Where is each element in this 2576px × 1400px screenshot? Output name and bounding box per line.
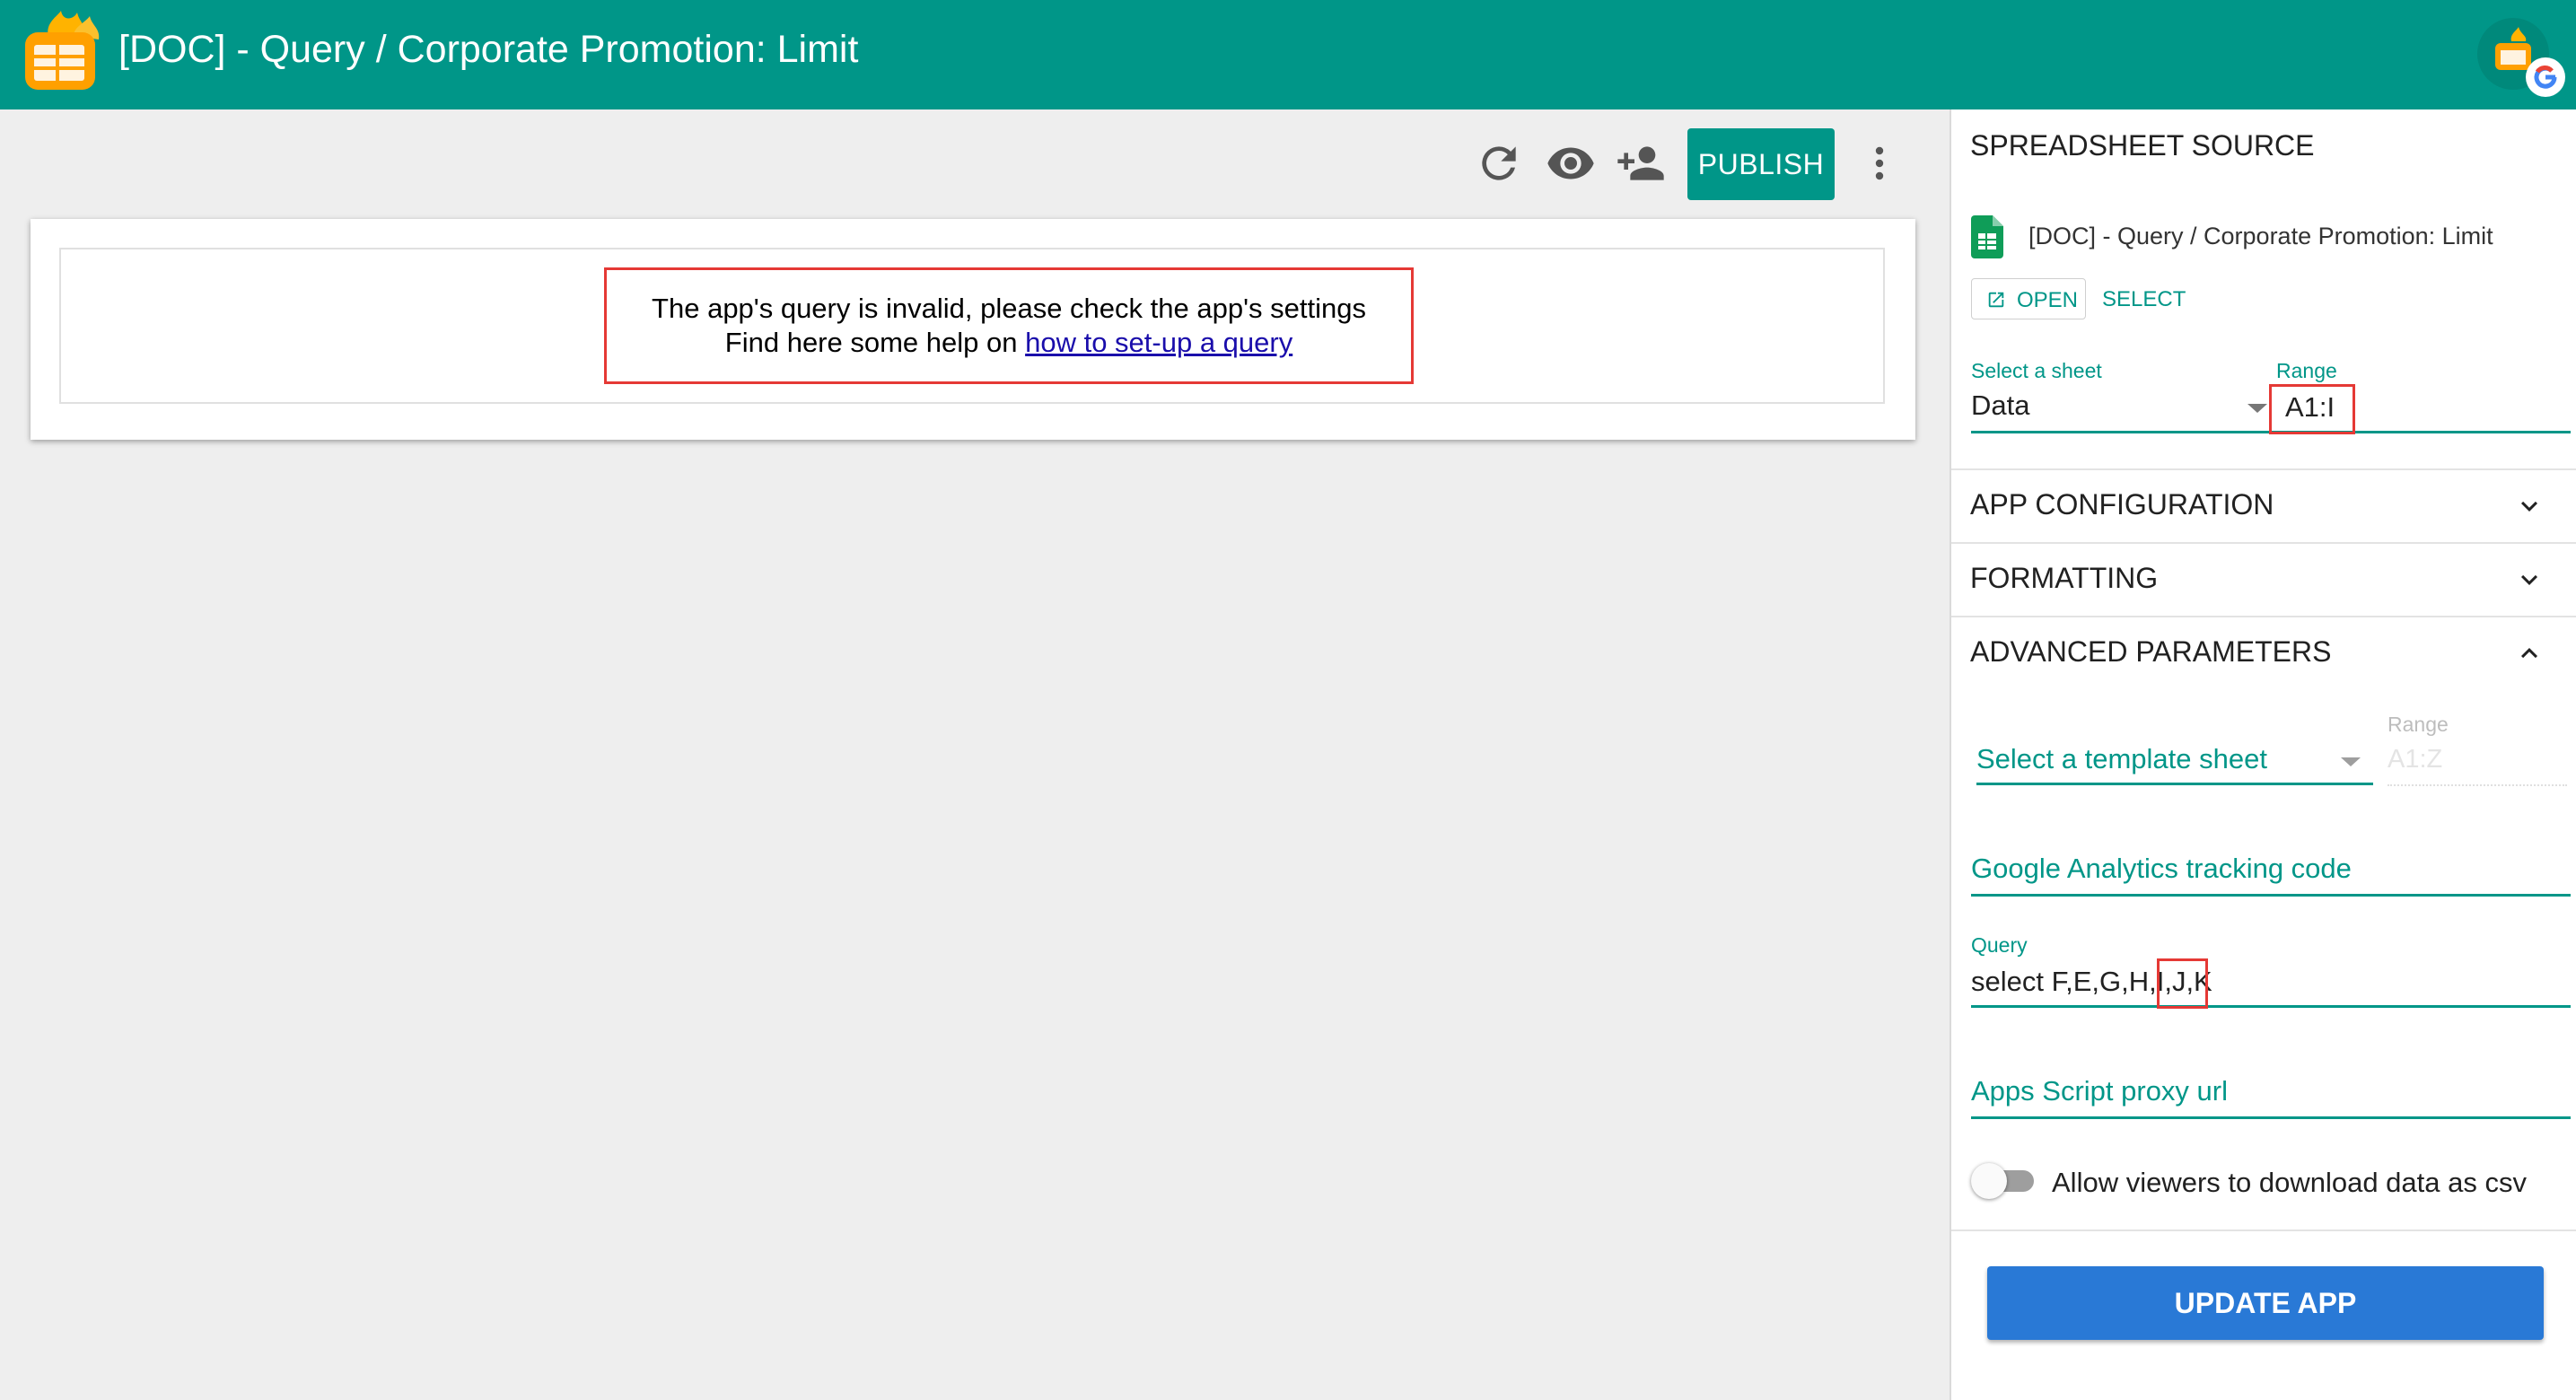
- csv-download-label: Allow viewers to download data as csv: [2052, 1167, 2527, 1198]
- ga-tracking-input[interactable]: Google Analytics tracking code: [1971, 851, 2571, 892]
- select-sheet-source-button[interactable]: SELECT: [2102, 287, 2186, 312]
- select-sheet-label: Select a sheet: [1971, 359, 2102, 382]
- query-label: Query: [1971, 933, 2028, 957]
- range-label: Range: [2276, 359, 2337, 382]
- query-underline: [1971, 1005, 2571, 1008]
- section-title-advanced-parameters: ADVANCED PARAMETERS: [1970, 635, 2332, 668]
- template-range-input: A1:Z: [2388, 745, 2443, 774]
- publish-button[interactable]: PUBLISH: [1687, 128, 1835, 200]
- template-sheet-select[interactable]: Select a template sheet: [1976, 741, 2373, 781]
- update-app-button[interactable]: UPDATE APP: [1987, 1266, 2544, 1340]
- template-range-underline: [2388, 784, 2567, 786]
- divider: [1951, 1229, 2576, 1231]
- app-preview-card: The app's query is invalid, please check…: [31, 219, 1915, 440]
- dropdown-arrow-icon: [2341, 757, 2361, 766]
- help-line: Find here some help on how to set-up a q…: [607, 326, 1411, 360]
- csv-download-toggle[interactable]: [1971, 1161, 2036, 1201]
- range-highlight-box: [2269, 384, 2355, 434]
- dropdown-arrow-icon: [2247, 404, 2267, 413]
- section-title-app-configuration: APP CONFIGURATION: [1970, 488, 2274, 521]
- app-title: [DOC] - Query / Corporate Promotion: Lim…: [118, 28, 859, 71]
- query-input[interactable]: select F,E,G,H,I,J,K: [1971, 964, 2571, 1005]
- toggle-thumb: [1971, 1163, 2007, 1199]
- spreadsheet-flame-logo-icon: [25, 11, 100, 90]
- template-range-label: Range: [2388, 713, 2449, 736]
- proxy-url-input[interactable]: Apps Script proxy url: [1971, 1073, 2571, 1115]
- formatting-header[interactable]: FORMATTING: [1951, 544, 2576, 616]
- open-external-icon: [1988, 292, 2004, 308]
- proxy-url-placeholder: Apps Script proxy url: [1971, 1075, 2228, 1107]
- chevron-up-icon: [2521, 648, 2537, 659]
- refresh-icon[interactable]: [1474, 138, 1524, 188]
- sheet-select-value: Data: [1971, 389, 2030, 421]
- app-configuration-header[interactable]: APP CONFIGURATION: [1951, 470, 2576, 542]
- sheet-select[interactable]: Data: [1971, 389, 2280, 427]
- add-people-icon[interactable]: [1616, 138, 1666, 188]
- chevron-down-icon: [2521, 501, 2537, 512]
- preview-frame: The app's query is invalid, please check…: [59, 248, 1885, 404]
- app-header: [DOC] - Query / Corporate Promotion: Lim…: [0, 0, 2576, 109]
- eye-icon[interactable]: [1546, 138, 1596, 188]
- proxy-url-underline: [1971, 1116, 2571, 1119]
- open-label: OPEN: [2017, 288, 2079, 312]
- open-sheet-button[interactable]: OPEN: [1971, 278, 2086, 319]
- ga-tracking-underline: [1971, 894, 2571, 897]
- error-text: The app's query is invalid, please check…: [652, 293, 1366, 324]
- settings-panel: SPREADSHEET SOURCE [DOC] - Query / Corpo…: [1950, 109, 2576, 1400]
- help-prefix: Find here some help on: [724, 327, 1026, 358]
- template-sheet-underline: [1976, 783, 2373, 785]
- section-title-formatting: FORMATTING: [1970, 562, 2159, 594]
- query-highlight-box: [2157, 958, 2208, 1009]
- template-sheet-placeholder: Select a template sheet: [1976, 743, 2267, 774]
- source-file-name: [DOC] - Query / Corporate Promotion: Lim…: [2028, 223, 2493, 249]
- google-sheets-icon: [1971, 215, 2003, 258]
- sheet-select-underline: [1971, 431, 2280, 433]
- query-error-message: The app's query is invalid, please check…: [604, 267, 1414, 384]
- advanced-parameters-header[interactable]: ADVANCED PARAMETERS: [1951, 617, 2576, 689]
- ga-tracking-placeholder: Google Analytics tracking code: [1971, 853, 2352, 884]
- chevron-down-icon: [2521, 574, 2537, 585]
- more-vert-icon[interactable]: [1854, 138, 1905, 188]
- query-help-link[interactable]: how to set-up a query: [1025, 327, 1292, 358]
- google-account-icon[interactable]: [2475, 14, 2565, 99]
- section-title-spreadsheet-source: SPREADSHEET SOURCE: [1970, 129, 2315, 162]
